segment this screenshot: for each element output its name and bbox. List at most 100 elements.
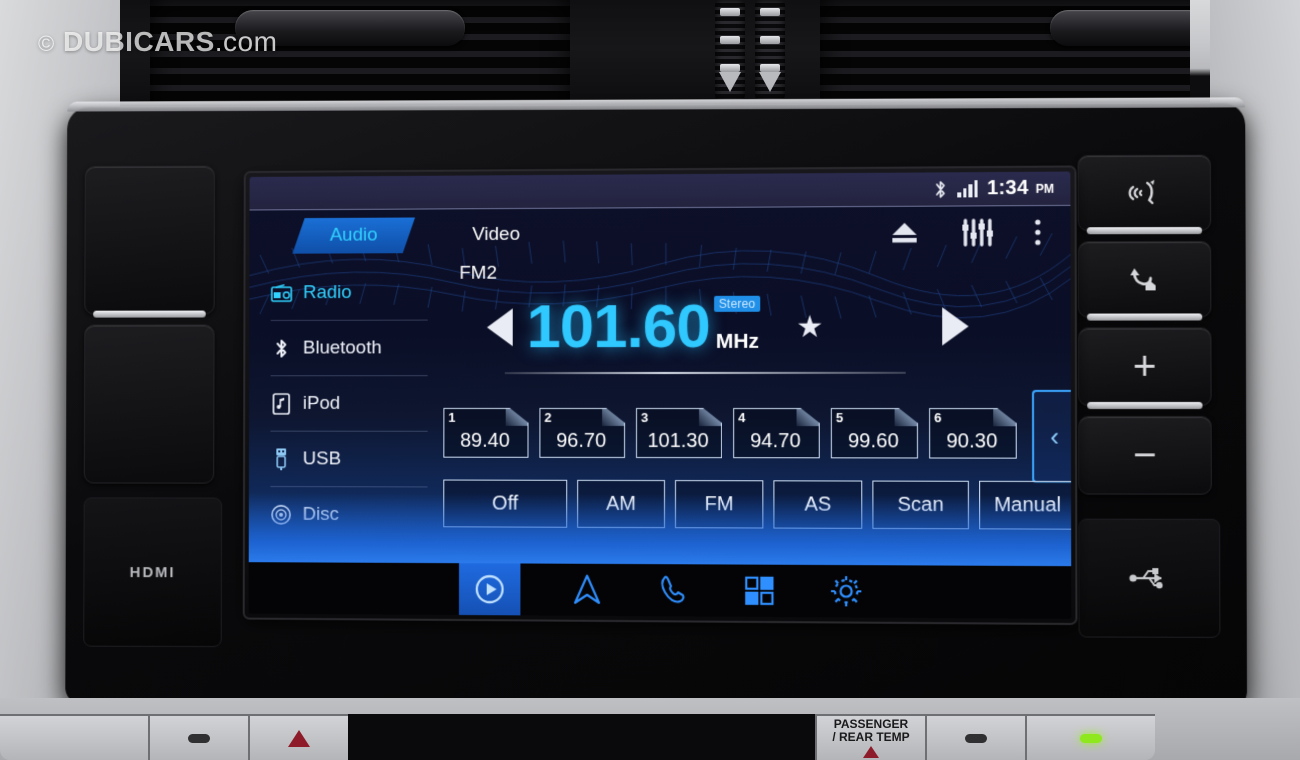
tab-video-label: Video [472,223,521,245]
bottom-nav-bar [248,562,1072,619]
indicator-led [188,733,210,743]
top-icon-group [889,218,1070,247]
screen-bottom-glow [248,492,1072,567]
usb-port[interactable] [1078,518,1221,638]
back-home-icon [1124,264,1165,291]
phone-icon[interactable] [654,571,692,609]
usb-icon [1127,565,1172,591]
climate-display-gap [348,714,815,760]
band-label: FM2 [459,262,497,284]
indicator-led-active [1080,733,1102,743]
hazard-button[interactable] [248,714,348,760]
sidebar-item-bluetooth-label: Bluetooth [302,337,382,358]
sidebar-item-usb-label: USB [302,447,342,469]
seek-previous-icon[interactable] [486,308,513,347]
preset-button-6[interactable]: 6 90.30 [929,408,1017,459]
climate-button-1[interactable] [0,714,148,760]
tab-audio[interactable]: Audio [292,217,415,253]
touchscreen-bezel: 1:34 PM Audio Video Radio Bluetooth iPod… [244,167,1076,623]
preset-value: 89.40 [460,429,510,452]
vent-adjuster-right[interactable] [1050,10,1190,46]
preset-number: 2 [544,409,552,425]
clock-meridiem: PM [1035,181,1055,196]
ipod-icon [271,393,293,415]
settings-gear-icon[interactable] [827,572,865,611]
passenger-temp-label-line2: / REAR TEMP [832,730,910,744]
bluetooth-icon [271,337,293,359]
frequency-tuner: 101.60 Stereo MHz ★ [447,285,989,368]
sidebar-item-radio-label: Radio [303,281,352,303]
tab-audio-label: Audio [329,224,378,246]
preset-number: 6 [934,410,942,426]
watermark-copyright: © [38,31,55,56]
climate-button-2[interactable] [148,714,248,760]
radio-icon [271,282,293,304]
bluetooth-icon [933,179,948,199]
equalizer-icon[interactable] [960,218,993,246]
vent-slider-left[interactable] [715,0,745,100]
preset-number: 5 [835,410,844,426]
preset-number: 3 [641,409,649,425]
climate-button-5[interactable] [1025,714,1155,760]
volume-down-button[interactable]: − [1078,416,1212,495]
seek-next-icon[interactable] [942,307,969,346]
preset-value: 96.70 [556,429,607,452]
blank-button-lower[interactable] [83,324,215,484]
infotainment-head-unit: HDMI + − 1:34 PM Audio Video Radio Bluet… [65,97,1248,707]
preset-row: 1 89.40 2 96.70 3 101.30 4 94.70 5 99.60… [443,408,1016,459]
climate-button-4[interactable] [925,714,1025,760]
preset-button-1[interactable]: 1 89.40 [443,408,528,458]
preset-button-3[interactable]: 3 101.30 [636,408,722,458]
sidebar-item-usb[interactable]: USB [270,431,428,488]
voice-command-button[interactable] [1077,154,1212,235]
overflow-menu-icon[interactable] [1034,218,1042,246]
preset-number: 4 [738,410,746,426]
eject-icon[interactable] [889,220,919,246]
status-bar: 1:34 PM [249,171,1071,211]
vent-slider-right[interactable] [755,0,785,100]
navigation-icon[interactable] [568,571,606,609]
sidebar-item-bluetooth[interactable]: Bluetooth [270,320,428,377]
frequency-meta: Stereo MHz [713,295,792,358]
star-icon[interactable]: ★ [796,309,823,344]
hazard-triangle-icon [288,729,310,747]
apps-grid-icon[interactable] [740,572,778,610]
preset-button-4[interactable]: 4 94.70 [733,408,820,458]
preset-value: 101.30 [647,429,709,453]
sidebar-item-ipod[interactable]: iPod [270,376,428,432]
preset-value: 99.60 [848,430,899,453]
clock-time: 1:34 [986,176,1029,200]
indicator-led [965,733,987,743]
watermark-brand: DUBICARS [63,26,215,57]
sidebar-item-radio[interactable]: Radio [270,265,428,321]
voice-command-icon [1125,178,1163,208]
frequency-value: 101.60 [526,291,710,362]
tab-video[interactable]: Video [472,217,520,253]
passenger-rear-temp-button[interactable]: PASSENGER / REAR TEMP [815,714,925,760]
volume-down-label: − [1133,432,1157,477]
volume-up-button[interactable]: + [1077,327,1212,410]
infotainment-screen[interactable]: 1:34 PM Audio Video Radio Bluetooth iPod… [248,171,1072,619]
tab-row: Audio Video [249,206,1070,262]
climate-control-panel: PASSENGER / REAR TEMP [0,698,1300,760]
climate-button-row: PASSENGER / REAR TEMP [0,714,1300,760]
side-panel-handle[interactable]: ‹ [1031,389,1072,484]
chevron-left-icon: ‹ [1050,420,1060,452]
usb-icon [270,447,292,470]
preset-button-2[interactable]: 2 96.70 [539,408,625,458]
back-home-button[interactable] [1077,241,1212,321]
blank-button-upper[interactable] [84,165,216,318]
vent-direction-sliders [690,0,810,110]
preset-value: 90.30 [946,430,998,453]
frequency-unit: MHz [715,329,760,353]
left-hardware-column: HDMI [83,165,233,648]
volume-up-label: + [1132,344,1157,389]
signal-bars-icon [957,180,978,198]
stereo-badge: Stereo [713,295,761,312]
car-dashboard-scene: HDMI + − 1:34 PM Audio Video Radio Bluet… [0,0,1300,760]
media-icon[interactable] [458,563,521,616]
hdmi-port[interactable]: HDMI [83,497,223,648]
preset-button-5[interactable]: 5 99.60 [831,408,918,458]
watermark-tld: .com [214,26,278,57]
sidebar-item-ipod-label: iPod [302,392,341,414]
